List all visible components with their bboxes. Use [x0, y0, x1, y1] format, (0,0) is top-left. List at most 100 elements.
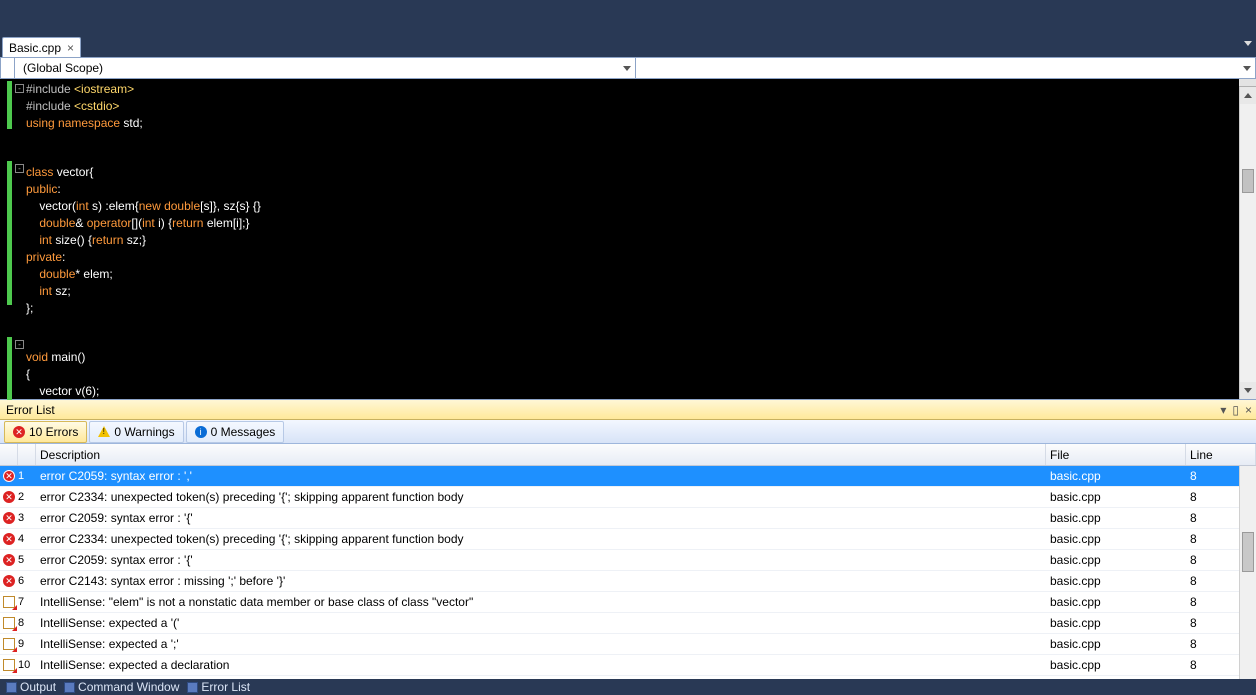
error-row-number: 5 — [18, 550, 36, 570]
error-row-number: 3 — [18, 508, 36, 528]
error-icon: ✕ — [3, 470, 15, 482]
tool-window-icon — [64, 682, 75, 693]
editor-vertical-scrollbar[interactable] — [1239, 79, 1256, 399]
error-icon: ✕ — [13, 426, 25, 438]
intellisense-icon — [3, 617, 15, 629]
scroll-up-button[interactable] — [1240, 87, 1256, 104]
tool-window-tab-label: Output — [20, 680, 56, 694]
warning-icon — [98, 426, 110, 437]
error-row[interactable]: ✕3error C2059: syntax error : '{'basic.c… — [0, 508, 1256, 529]
document-tab-strip: Basic.cpp × — [0, 36, 1256, 57]
error-icon: ✕ — [3, 575, 15, 587]
error-row-description: IntelliSense: expected a declaration — [36, 655, 1046, 675]
error-row[interactable]: ✕5error C2059: syntax error : '{'basic.c… — [0, 550, 1256, 571]
chevron-down-icon — [1243, 66, 1251, 71]
error-row-file: basic.cpp — [1046, 508, 1186, 528]
scrollbar-thumb[interactable] — [1242, 532, 1254, 572]
tool-window-tab[interactable]: Output — [6, 680, 56, 694]
warnings-filter-button[interactable]: 0 Warnings — [89, 421, 183, 443]
error-row-description: error C2334: unexpected token(s) precedi… — [36, 529, 1046, 549]
column-header-file[interactable]: File — [1046, 444, 1186, 465]
error-row[interactable]: ✕1error C2059: syntax error : ','basic.c… — [0, 466, 1256, 487]
tab-strip-dropdown[interactable] — [1244, 38, 1252, 49]
messages-filter-button[interactable]: i 0 Messages — [186, 421, 285, 443]
scroll-down-button[interactable] — [1240, 382, 1256, 399]
scope-bar-padding — [1, 58, 15, 78]
error-row-number: 2 — [18, 487, 36, 507]
split-handle[interactable] — [1239, 79, 1256, 87]
error-row-description: error C2059: syntax error : '{' — [36, 550, 1046, 570]
error-row-description: error C2059: syntax error : '{' — [36, 508, 1046, 528]
bottom-tool-window-tabs: Output Command Window Error List — [0, 679, 1256, 695]
fold-toggle[interactable]: - — [15, 84, 24, 93]
change-indicator — [7, 161, 12, 305]
messages-filter-label: 0 Messages — [211, 425, 276, 439]
error-row-description: error C2059: syntax error : ',' — [36, 466, 1046, 486]
code-editor[interactable]: - - - #include <iostream> #include <cstdio… — [0, 79, 1256, 399]
scope-dropdown-left[interactable]: (Global Scope) — [15, 58, 636, 78]
pin-icon[interactable]: ▯ — [1232, 403, 1239, 417]
error-row-description: IntelliSense: expected a ';' — [36, 634, 1046, 654]
error-grid-header[interactable]: Description File Line — [0, 444, 1256, 466]
chevron-up-icon — [1244, 93, 1252, 98]
scrollbar-thumb[interactable] — [1242, 169, 1254, 193]
column-header-line[interactable]: Line — [1186, 444, 1256, 465]
intellisense-icon — [3, 659, 15, 671]
errors-filter-label: 10 Errors — [29, 425, 78, 439]
chevron-down-icon — [1244, 41, 1252, 46]
error-row[interactable]: 7IntelliSense: "elem" is not a nonstatic… — [0, 592, 1256, 613]
error-list-panel: Error List ▾ ▯ × ✕ 10 Errors 0 Warnings … — [0, 399, 1256, 679]
error-row-number: 1 — [18, 466, 36, 486]
tool-window-tab[interactable]: Error List — [187, 680, 250, 694]
tool-window-icon — [6, 682, 17, 693]
fold-toggle[interactable]: - — [15, 340, 24, 349]
error-row-number: 4 — [18, 529, 36, 549]
scope-dropdown-right[interactable] — [636, 58, 1256, 78]
intellisense-icon — [3, 596, 15, 608]
chevron-down-icon — [623, 66, 631, 71]
scope-dropdown-left-label: (Global Scope) — [23, 61, 103, 75]
change-indicator — [7, 337, 12, 401]
error-row-file: basic.cpp — [1046, 487, 1186, 507]
change-indicator — [7, 81, 12, 129]
error-row-number: 10 — [18, 655, 36, 675]
document-tab-basic-cpp[interactable]: Basic.cpp × — [2, 37, 81, 57]
error-row-description: IntelliSense: "elem" is not a nonstatic … — [36, 592, 1046, 612]
error-row-file: basic.cpp — [1046, 466, 1186, 486]
error-row-number: 7 — [18, 592, 36, 612]
window-position-menu-icon[interactable]: ▾ — [1220, 403, 1226, 417]
error-row[interactable]: 8IntelliSense: expected a '('basic.cpp8 — [0, 613, 1256, 634]
navigation-scope-bar: (Global Scope) — [0, 57, 1256, 79]
info-icon: i — [195, 426, 207, 438]
error-list-titlebar[interactable]: Error List ▾ ▯ × — [0, 400, 1256, 420]
error-icon: ✕ — [3, 554, 15, 566]
error-row-file: basic.cpp — [1046, 613, 1186, 633]
close-icon[interactable]: × — [1245, 403, 1252, 417]
error-row[interactable]: 10IntelliSense: expected a declarationba… — [0, 655, 1256, 676]
error-grid-scrollbar[interactable] — [1239, 466, 1256, 679]
document-tab-label: Basic.cpp — [9, 41, 61, 55]
error-row-description: IntelliSense: expected a '(' — [36, 613, 1046, 633]
error-list-toolbar: ✕ 10 Errors 0 Warnings i 0 Messages — [0, 420, 1256, 444]
fold-toggle[interactable]: - — [15, 164, 24, 173]
code-gutter[interactable]: - - - — [0, 79, 26, 399]
error-row-file: basic.cpp — [1046, 550, 1186, 570]
errors-filter-button[interactable]: ✕ 10 Errors — [4, 421, 87, 443]
error-grid-body[interactable]: ✕1error C2059: syntax error : ','basic.c… — [0, 466, 1256, 679]
error-row[interactable]: ✕4error C2334: unexpected token(s) prece… — [0, 529, 1256, 550]
error-icon: ✕ — [3, 533, 15, 545]
column-header-description[interactable]: Description — [36, 444, 1046, 465]
error-row[interactable]: ✕6error C2143: syntax error : missing ';… — [0, 571, 1256, 592]
error-row[interactable]: ✕2error C2334: unexpected token(s) prece… — [0, 487, 1256, 508]
error-row-number: 9 — [18, 634, 36, 654]
tool-window-tab[interactable]: Command Window — [64, 680, 179, 694]
error-row-description: error C2334: unexpected token(s) precedi… — [36, 487, 1046, 507]
tool-window-tab-label: Error List — [201, 680, 250, 694]
close-icon[interactable]: × — [67, 41, 74, 55]
error-row-file: basic.cpp — [1046, 571, 1186, 591]
code-content[interactable]: #include <iostream> #include <cstdio> us… — [26, 79, 261, 399]
error-row-number: 8 — [18, 613, 36, 633]
error-icon: ✕ — [3, 491, 15, 503]
error-row[interactable]: 9IntelliSense: expected a ';'basic.cpp8 — [0, 634, 1256, 655]
error-icon: ✕ — [3, 512, 15, 524]
